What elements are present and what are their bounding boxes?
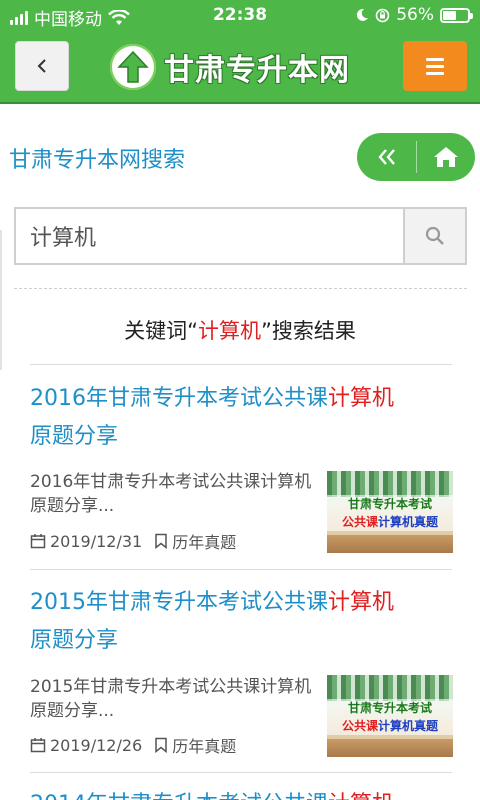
bookmark-icon (155, 533, 167, 549)
nav-pill (357, 133, 475, 181)
result-summary: 2016年甘肃专升本考试公共课计算机 原题分享... (30, 472, 312, 516)
title-text: 2014年甘肃专升本考试公共课 (30, 792, 328, 800)
title-highlight: 计算机 (328, 792, 394, 800)
title-highlight: 计算机 (328, 386, 395, 411)
search-form (14, 207, 467, 265)
title-highlight: 计算机 (328, 590, 395, 615)
dashed-divider (14, 288, 467, 289)
thumb-line2: 公共课计算机真题 (327, 513, 453, 531)
search-icon (425, 226, 444, 245)
result-category[interactable]: 历年真题 (172, 529, 236, 553)
nav-divider (416, 141, 417, 173)
results-heading: 关键词“计算机”搜索结果 (0, 315, 480, 345)
status-bar: 中国移动 22:38 56% (0, 0, 480, 32)
result-item: 2015年甘肃专升本考试公共课计算机原题分享 2015年甘肃专升本考试公共课计算… (30, 584, 454, 764)
bookmark-icon (155, 737, 167, 753)
heading-keyword: 计算机 (198, 319, 261, 343)
result-meta: 2019/12/31 历年真题 (30, 529, 236, 553)
divider (30, 364, 452, 365)
battery-icon (440, 7, 473, 23)
thumb-plants (327, 471, 453, 497)
thumb-line2-blue: 计算机真题 (378, 719, 439, 733)
thumb-floor (327, 739, 453, 757)
left-edge-line (0, 230, 2, 370)
divider (30, 569, 452, 570)
double-chevron-left-icon (377, 149, 395, 165)
calendar-icon (30, 534, 46, 549)
back-button[interactable] (15, 41, 69, 91)
thumb-line1: 甘肃专升本考试 (327, 699, 453, 717)
result-date: 2019/12/26 (50, 735, 143, 755)
orientation-lock-icon (375, 8, 390, 22)
site-logo[interactable]: 甘肃专升本网 (110, 42, 350, 92)
page-title: 甘肃专升本网搜索 (9, 148, 186, 173)
search-button[interactable] (403, 207, 467, 265)
nav-home-button[interactable] (416, 133, 475, 181)
title-text: 2016年甘肃专升本考试公共课 (30, 386, 328, 411)
thumb-line1: 甘肃专升本考试 (327, 495, 453, 513)
nav-back-button[interactable] (357, 133, 416, 181)
top-header: 甘肃专升本网 (0, 32, 480, 104)
title-text-end: 原题分享 (30, 628, 119, 653)
title-text-end: 原题分享 (30, 424, 119, 449)
menu-button[interactable] (403, 41, 467, 91)
result-thumbnail[interactable]: 甘肃专升本考试 公共课计算机真题 (327, 471, 453, 553)
result-thumbnail[interactable]: 甘肃专升本考试 公共课计算机真题 (327, 675, 453, 757)
logo-arrow-icon (110, 44, 156, 90)
result-title[interactable]: 2016年甘肃专升本考试公共课计算机原题分享 (30, 380, 454, 456)
thumb-plants (327, 675, 453, 701)
result-date: 2019/12/31 (50, 531, 143, 551)
result-title[interactable]: 2015年甘肃专升本考试公共课计算机原题分享 (30, 584, 454, 660)
thumb-floor (327, 535, 453, 553)
moon-icon (357, 8, 369, 21)
home-icon (433, 147, 458, 167)
heading-prefix: 关键词“ (124, 319, 198, 343)
thumb-line2: 公共课计算机真题 (327, 717, 453, 735)
heading-suffix: ”搜索结果 (261, 319, 356, 343)
divider (30, 772, 452, 773)
result-title[interactable]: 2014年甘肃专升本考试公共课计算机 (30, 786, 394, 800)
thumb-line2-blue: 计算机真题 (378, 515, 439, 529)
chevron-left-icon (37, 59, 46, 73)
status-right: 56% (355, 5, 473, 25)
search-input[interactable] (14, 207, 403, 265)
hamburger-menu-icon (426, 57, 444, 61)
result-meta: 2019/12/26 历年真题 (30, 733, 236, 757)
title-text: 2015年甘肃专升本考试公共课 (30, 590, 328, 615)
battery-percent: 56% (396, 5, 434, 25)
calendar-icon (30, 738, 46, 753)
result-category[interactable]: 历年真题 (172, 733, 236, 757)
thumb-line2-red: 公共课 (341, 515, 378, 529)
thumb-line2-red: 公共课 (341, 719, 378, 733)
result-item: 2016年甘肃专升本考试公共课计算机原题分享 2016年甘肃专升本考试公共课计算… (30, 380, 454, 560)
result-summary: 2015年甘肃专升本考试公共课计算机 原题分享... (30, 677, 312, 721)
logo-text: 甘肃专升本网 (164, 53, 350, 88)
